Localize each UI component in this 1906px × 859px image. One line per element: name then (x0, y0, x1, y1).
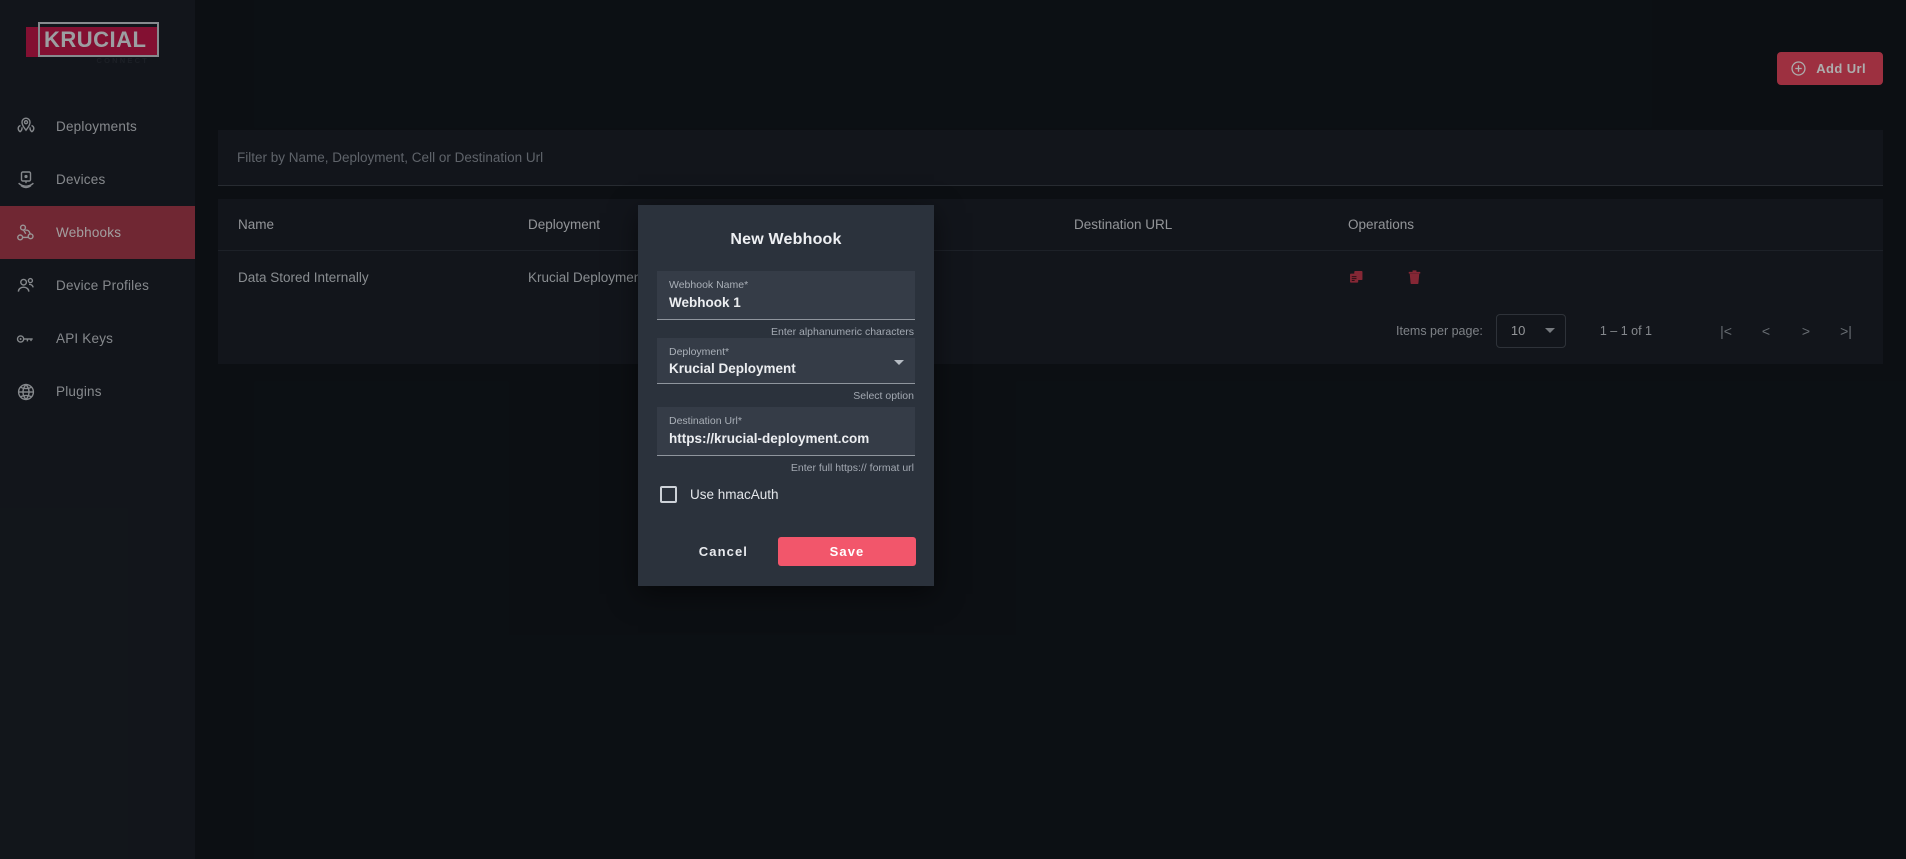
dialog-title: New Webhook (730, 231, 842, 248)
deployment-hint: Select option (853, 390, 914, 402)
webhook-name-input[interactable] (669, 295, 903, 310)
hmac-auth-label: Use hmacAuth (690, 487, 779, 502)
destination-url-field[interactable]: Destination Url* (657, 407, 915, 456)
webhook-name-label: Webhook Name* (669, 279, 749, 291)
destination-url-hint: Enter full https:// format url (790, 462, 914, 474)
destination-url-input[interactable] (669, 431, 903, 446)
cancel-button[interactable]: Cancel (683, 535, 764, 568)
webhook-name-field[interactable]: Webhook Name* (657, 271, 915, 320)
deployment-label: Deployment* (669, 346, 730, 358)
destination-url-label: Destination Url* (669, 415, 742, 427)
chevron-down-icon (894, 360, 904, 365)
webhook-name-hint: Enter alphanumeric characters (771, 326, 914, 338)
save-button[interactable]: Save (778, 537, 916, 566)
dialog-body: Webhook Name* Enter alphanumeric charact… (638, 271, 934, 503)
deployment-select[interactable]: Deployment* Krucial Deployment (657, 338, 915, 384)
new-webhook-dialog: New Webhook Webhook Name* Enter alphanum… (638, 205, 934, 586)
hmac-auth-checkbox[interactable] (660, 486, 677, 503)
hmac-auth-row[interactable]: Use hmacAuth (657, 474, 915, 503)
app-root: KRUCIAL CONNECT Deployments Devices Webh… (0, 0, 1906, 859)
dialog-actions: Cancel Save (638, 503, 934, 586)
modal-scrim (0, 0, 1906, 859)
deployment-value: Krucial Deployment (669, 361, 796, 376)
